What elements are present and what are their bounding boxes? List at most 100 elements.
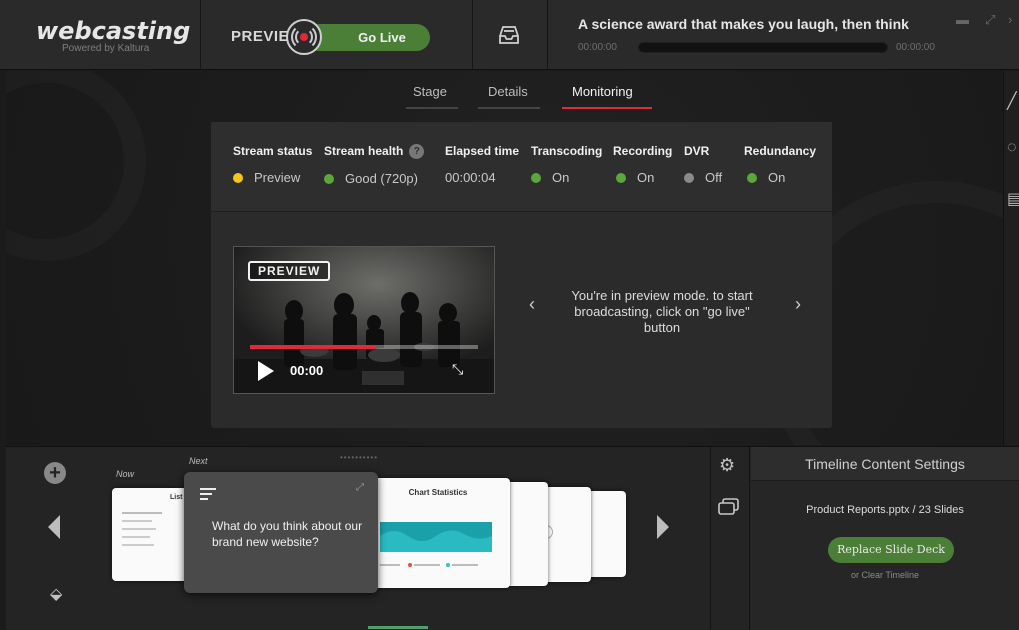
divider [749,447,750,630]
next-slide-icon[interactable] [657,515,669,539]
event-progress-bar[interactable] [638,42,888,53]
top-bar: webcasting Powered by Kaltura PREVIEW Go… [0,0,1019,70]
next-poll-card[interactable]: ⤢ What do you think about our brand new … [184,472,378,593]
redundancy-column: Redundancy On [744,144,816,185]
app-logo: webcasting [36,17,191,45]
poll-question: What do you think about our brand new we… [212,519,363,549]
now-label: Now [116,469,135,479]
timeline-settings-panel: Timeline Content Settings Product Report… [751,447,1019,630]
next-message-icon[interactable]: › [795,294,801,315]
timeline-tools: + ⬙ [6,447,106,630]
tab-stage[interactable]: Stage [413,84,447,99]
inbox-tray-icon[interactable] [498,24,520,51]
health-dot-icon [324,173,334,184]
right-tool-rail: ╱ ◌ ▤ [1003,71,1019,445]
slide-chart-graphic [380,522,492,567]
transcoding-column: Transcoding On [531,144,602,185]
preview-video-player[interactable]: PREVIEW 00:00 ⤡ [233,246,495,394]
add-icon[interactable]: + [44,462,66,484]
slide-line [122,544,154,546]
status-header: Stream status [233,144,313,158]
transcoding-value: On [552,170,570,185]
analytics-icon[interactable]: ╱ [1007,91,1017,111]
chart-slide-thumbnail[interactable]: Chart Statistics [366,478,510,588]
slide-line [122,528,156,530]
broadcast-wave-inner [295,28,313,46]
minimize-icon[interactable]: ▬ [956,12,969,27]
status-value: Preview [254,170,301,185]
logo-subtitle: Powered by Kaltura [62,43,150,54]
recording-value: On [637,170,655,185]
stream-status-row: Stream status Preview Stream health? Goo… [211,122,832,212]
tab-monitoring-underline [562,107,652,109]
transcoding-dot-icon [531,172,541,183]
background-decoration [6,71,146,261]
recording-dot-icon [616,172,626,183]
video-seek-bar[interactable] [250,345,478,349]
slide-line [122,512,162,514]
main-stage: Stage Details Monitoring Stream status P… [6,71,1003,445]
elapsed-value: 00:00:04 [445,170,496,185]
fullscreen-icon[interactable]: ⤡ [452,361,463,378]
dvr-header: DVR [684,144,710,158]
preview-mode-message: You're in preview mode. to start broadca… [571,288,753,335]
location-pin-icon[interactable]: ⬙ [50,584,62,604]
resize-grip-icon[interactable]: •••••••••• [340,453,378,462]
health-header: Stream health [324,144,404,158]
status-column: Stream status Preview [233,144,312,185]
health-value: Good (720p) [345,171,418,186]
recording-column: Recording On [613,144,672,185]
elapsed-header: Elapsed time [445,144,520,158]
menu-icon[interactable] [200,488,216,503]
divider [547,0,548,70]
video-seek-progress [250,345,376,349]
timeline-panel: •••••••••• + ⬙ Now Next List I Chart Sta… [6,446,1019,630]
settings-title: Timeline Content Settings [751,447,1019,481]
tab-stage-underline [406,107,458,109]
tab-bar: Stage Details Monitoring [406,84,666,109]
broadcast-icon [286,19,322,55]
slide-line [122,520,152,522]
dvr-dot-icon [684,172,694,183]
menu-icon-bar [200,493,212,495]
status-dot-icon [233,172,243,183]
menu-icon-bar [200,488,216,490]
active-indicator [368,626,428,629]
health-column: Stream health? Good (720p) [324,144,425,186]
timeline-start-time: 00:00:00 [578,42,617,53]
settings-gear-icon[interactable]: ⚙ [719,455,735,476]
dvr-column: DVR Off [684,144,722,185]
redundancy-dot-icon [747,172,757,183]
slide-line [122,536,150,538]
divider [200,0,201,70]
go-live-button[interactable]: Go Live [306,24,430,51]
divider [472,0,473,70]
redundancy-header: Redundancy [744,144,817,158]
video-preview-badge: PREVIEW [248,261,331,281]
replace-slide-deck-button[interactable]: Replace Slide Deck [828,537,954,563]
clear-timeline-link[interactable]: or Clear Timeline [751,570,1019,580]
layers-icon[interactable] [717,497,741,522]
tab-details[interactable]: Details [488,84,528,99]
slide-deck-file: Product Reports.pptx / 23 Slides [806,504,964,516]
play-icon[interactable] [258,361,274,381]
expand-icon[interactable]: ⤢ [985,12,995,28]
video-time: 00:00 [290,363,324,378]
more-icon[interactable]: › [1008,12,1012,27]
divider [710,447,711,630]
redundancy-value: On [768,170,786,185]
notes-icon[interactable]: ▤ [1007,189,1019,209]
menu-icon-bar [200,498,208,500]
previous-slide-icon[interactable] [48,515,60,539]
tab-monitoring[interactable]: Monitoring [572,84,633,99]
chat-icon[interactable]: ◌ [1007,139,1017,157]
recording-header: Recording [613,144,673,158]
expand-card-icon[interactable]: ⤢ [356,482,364,493]
previous-message-icon[interactable]: ‹ [529,294,535,315]
next-label: Next [189,456,208,466]
tab-details-underline [478,107,540,109]
elapsed-column: Elapsed time 00:00:04 [445,144,519,185]
event-title: A science award that makes you laugh, th… [578,16,909,32]
transcoding-header: Transcoding [531,144,603,158]
help-icon[interactable]: ? [409,144,425,159]
